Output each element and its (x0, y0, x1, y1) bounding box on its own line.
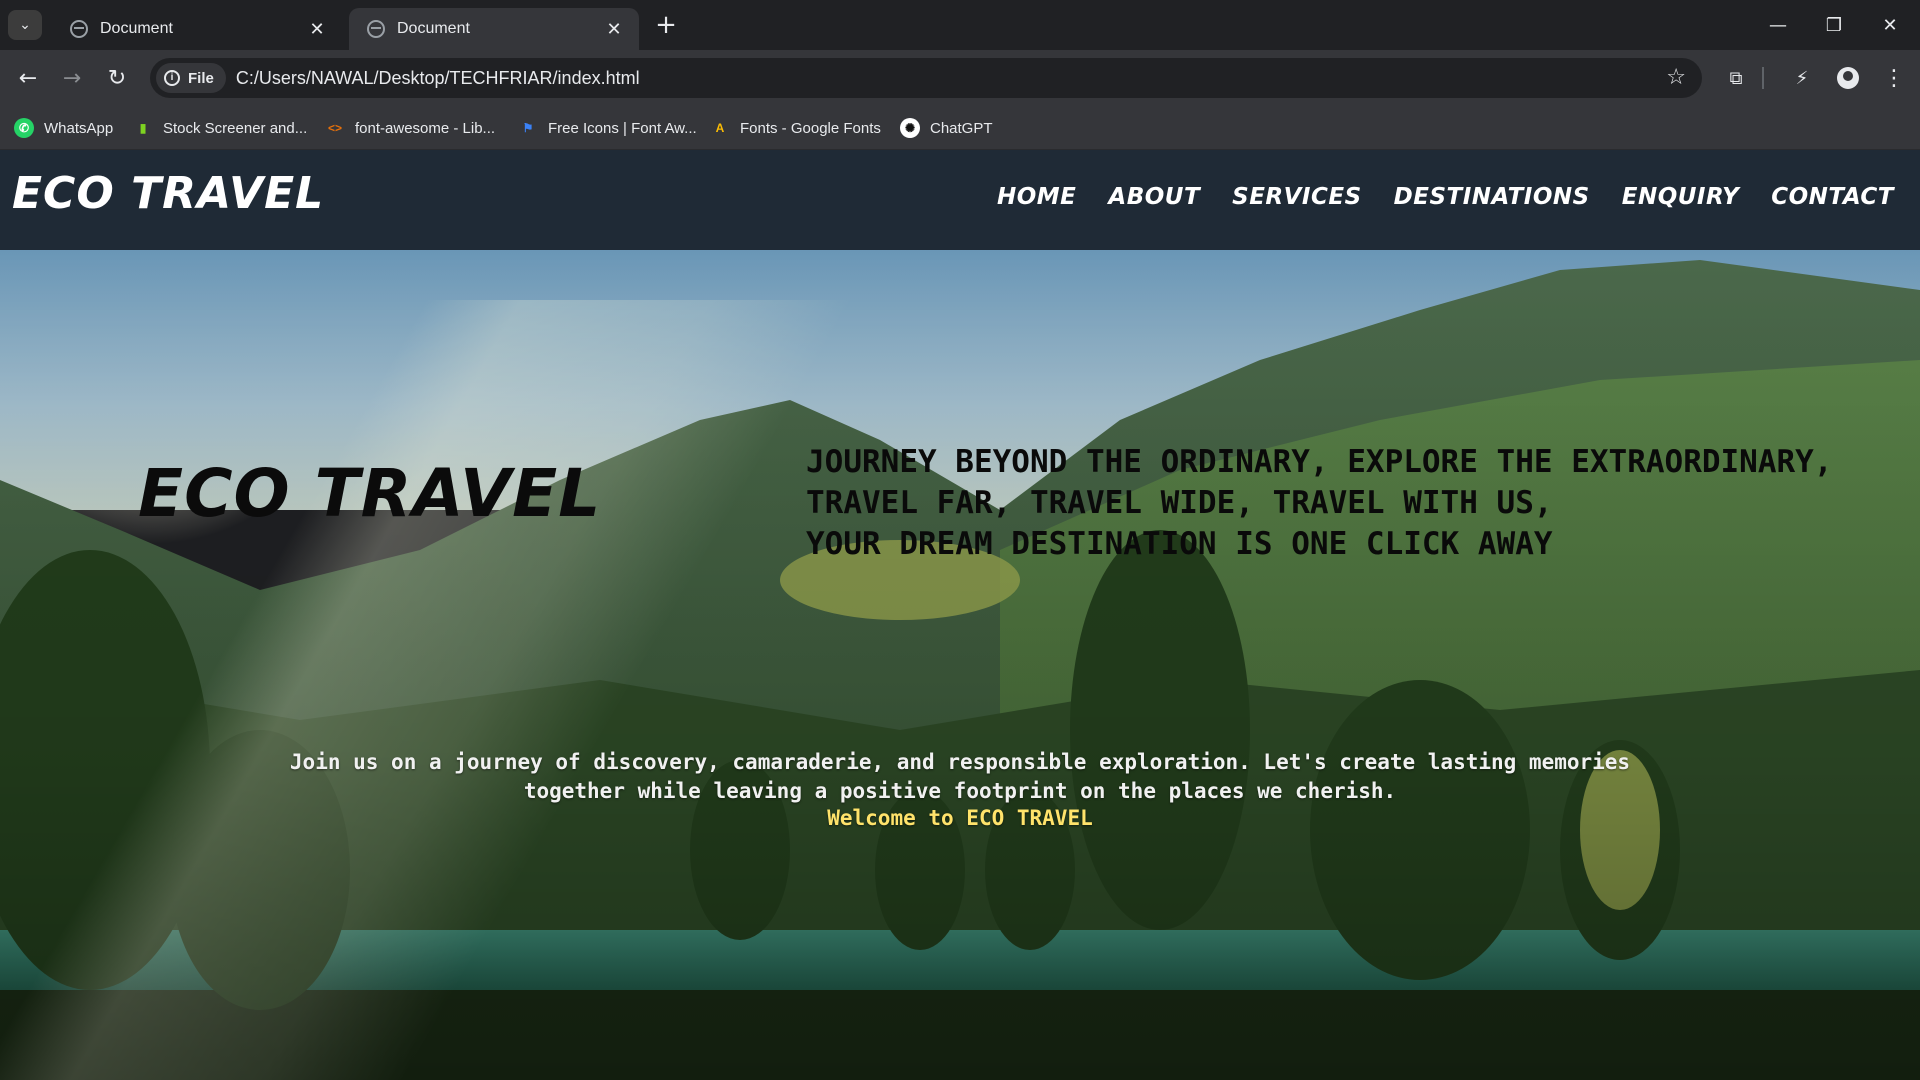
chevron-down-icon: ⌄ (19, 17, 31, 33)
plus-icon: + (655, 10, 677, 40)
tab-document-1[interactable]: Document ✕ (52, 8, 342, 50)
bookmark-label: Stock Screener and... (163, 119, 308, 137)
nav-enquiry-link[interactable]: ENQUIRY (1622, 184, 1740, 210)
bookmark-google-fonts[interactable]: A Fonts - Google Fonts (710, 117, 881, 139)
bookmark-label: font-awesome - Lib... (355, 119, 496, 137)
nav-services-link[interactable]: SERVICES (1232, 184, 1362, 210)
hero-tagline: JOURNEY BEYOND THE ORDINARY, EXPLORE THE… (806, 442, 1833, 565)
site-logo[interactable]: ECO TRAVEL (12, 168, 324, 219)
forward-button[interactable]: → (54, 60, 90, 96)
nav-contact-link[interactable]: CONTACT (1771, 184, 1894, 210)
close-window-button[interactable]: ✕ (1862, 0, 1918, 50)
bookmarks-bar: ✆ WhatsApp ▮ Stock Screener and... <> font-… (0, 106, 1920, 150)
info-icon: i (164, 70, 180, 86)
restore-button[interactable]: ❐ (1806, 0, 1862, 50)
whatsapp-icon: ✆ (14, 118, 34, 138)
tagline-line-3: YOUR DREAM DESTINATION IS ONE CLICK AWAY (806, 526, 1553, 562)
tab-search-button[interactable]: ⌄ (8, 10, 42, 40)
nav-destinations-link[interactable]: DESTINATIONS (1394, 184, 1590, 210)
nav-about-link[interactable]: ABOUT (1108, 184, 1200, 210)
more-vert-icon: ⋮ (1883, 65, 1905, 91)
bookmark-label: Free Icons | Font Aw... (548, 119, 697, 137)
nav-home-link[interactable]: HOME (997, 184, 1076, 210)
code-icon: <> (327, 121, 342, 135)
bookmark-font-awesome-lib[interactable]: <> font-awesome - Lib... (325, 117, 495, 139)
hero-title: ECO TRAVEL (138, 455, 602, 532)
browser-toolbar: ← → ↻ i File C:/Users/NAWAL/Desktop/TECH… (0, 50, 1920, 106)
close-tab-icon[interactable]: ✕ (603, 19, 625, 40)
tagline-line-1: JOURNEY BEYOND THE ORDINARY, EXPLORE THE… (806, 444, 1833, 480)
bookmark-whatsapp[interactable]: ✆ WhatsApp (14, 117, 113, 139)
address-bar[interactable]: i File C:/Users/NAWAL/Desktop/TECHFRIAR/… (150, 58, 1702, 98)
restore-icon: ❐ (1825, 14, 1843, 36)
bar-chart-icon: ▮ (139, 121, 147, 135)
site-menu: HOME ABOUT SERVICES DESTINATIONS ENQUIRY… (997, 184, 1894, 210)
tab-strip: ⌄ Document ✕ Document ✕ + — ❐ ✕ (0, 0, 1920, 50)
arrow-left-icon: ← (18, 65, 38, 91)
site-info-chip[interactable]: i File (156, 63, 226, 93)
performance-icon[interactable]: ⚡ (1788, 64, 1816, 92)
tab-title: Document (100, 20, 173, 37)
bookmark-label: WhatsApp (44, 119, 114, 137)
tab-document-2[interactable]: Document ✕ (349, 8, 639, 50)
site-navbar: ECO TRAVEL HOME ABOUT SERVICES DESTINATI… (0, 150, 1920, 250)
profile-button[interactable] (1834, 64, 1862, 92)
bookmark-star-icon[interactable]: ☆ (1666, 65, 1686, 90)
hero-intro-text: Join us on a journey of discovery, camar… (289, 750, 1631, 803)
welcome-text: Welcome to ECO TRAVEL (827, 806, 1093, 830)
google-fonts-icon: A (715, 121, 725, 135)
flag-icon: ⚑ (522, 121, 534, 135)
close-icon: ✕ (1882, 14, 1898, 36)
bookmark-chatgpt[interactable]: ✺ ChatGPT (900, 117, 993, 139)
minimize-button[interactable]: — (1750, 0, 1806, 50)
extensions-icon[interactable]: ⧉ (1722, 64, 1750, 92)
reload-icon: ↻ (107, 65, 127, 91)
globe-icon (367, 20, 385, 38)
arrow-right-icon: → (62, 65, 82, 91)
back-button[interactable]: ← (10, 60, 46, 96)
minimize-icon: — (1769, 14, 1787, 36)
bookmark-label: Fonts - Google Fonts (740, 119, 881, 137)
new-tab-button[interactable]: + (652, 12, 680, 40)
profile-icon (1837, 67, 1859, 89)
close-tab-icon[interactable]: ✕ (306, 19, 328, 40)
web-page: ECO TRAVEL HOME ABOUT SERVICES DESTINATI… (0, 150, 1920, 1080)
toolbar-divider (1762, 67, 1764, 89)
chatgpt-icon: ✺ (900, 118, 920, 138)
reload-button[interactable]: ↻ (99, 60, 135, 96)
tab-title: Document (397, 20, 470, 37)
globe-icon (70, 20, 88, 38)
bookmark-stock-screener[interactable]: ▮ Stock Screener and... (133, 117, 308, 139)
bookmark-label: ChatGPT (930, 119, 993, 137)
tagline-line-2: TRAVEL FAR, TRAVEL WIDE, TRAVEL WITH US, (806, 485, 1553, 521)
site-info-label: File (188, 69, 214, 87)
bookmark-free-icons[interactable]: ⚑ Free Icons | Font Aw... (518, 117, 697, 139)
hero-dark-overlay (0, 250, 1920, 1080)
url-text[interactable]: C:/Users/NAWAL/Desktop/TECHFRIAR/index.h… (236, 68, 640, 89)
menu-button[interactable]: ⋮ (1880, 64, 1908, 92)
